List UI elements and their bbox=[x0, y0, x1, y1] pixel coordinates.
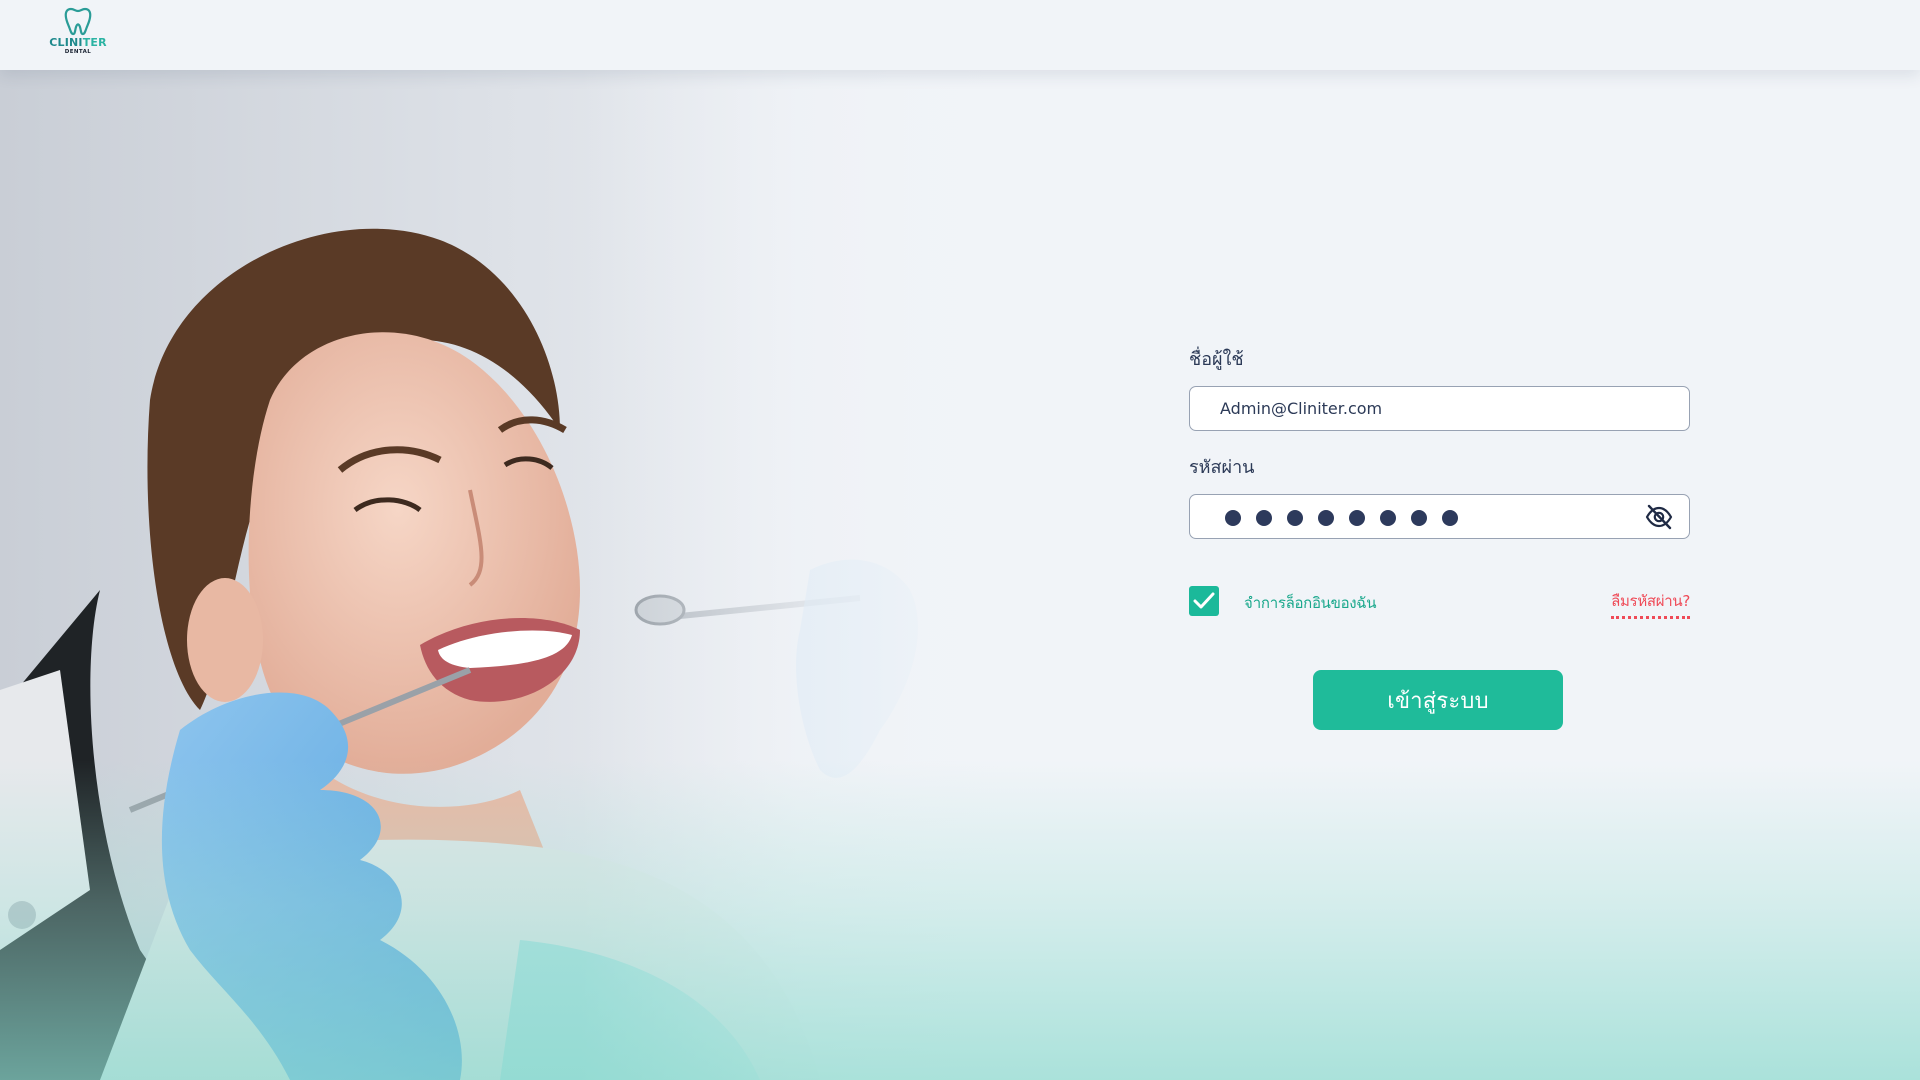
logo-name-accent: TER bbox=[82, 36, 107, 49]
top-header: CLINITER DENTAL bbox=[0, 0, 1920, 70]
login-form: ชื่อผู้ใช้ รหัสผ่าน จำการล็อกอินของฉัน ล… bbox=[1189, 348, 1690, 730]
password-dot bbox=[1318, 510, 1334, 526]
username-field[interactable] bbox=[1189, 386, 1690, 431]
password-field[interactable] bbox=[1189, 494, 1690, 539]
remember-row: จำการล็อกอินของฉัน ลืมรหัสผ่าน? bbox=[1189, 585, 1690, 619]
logo-wordmark: CLINITER bbox=[49, 37, 107, 49]
password-dot bbox=[1380, 510, 1396, 526]
forgot-password-link[interactable]: ลืมรหัสผ่าน? bbox=[1611, 589, 1690, 619]
cliniter-logo[interactable]: CLINITER DENTAL bbox=[49, 6, 107, 64]
login-button[interactable]: เข้าสู่ระบบ bbox=[1313, 670, 1563, 730]
remember-label[interactable]: จำการล็อกอินของฉัน bbox=[1244, 591, 1376, 615]
password-dot bbox=[1349, 510, 1365, 526]
password-label: รหัสผ่าน bbox=[1189, 457, 1255, 478]
logo-name-main: CLINI bbox=[49, 36, 83, 49]
username-label: ชื่อผู้ใช้ bbox=[1189, 349, 1244, 370]
checkmark-icon bbox=[1193, 592, 1215, 609]
password-mask[interactable] bbox=[1225, 510, 1458, 526]
password-dot bbox=[1256, 510, 1272, 526]
logo-subtitle: DENTAL bbox=[64, 49, 92, 55]
password-dot bbox=[1442, 510, 1458, 526]
password-dot bbox=[1225, 510, 1241, 526]
username-input[interactable] bbox=[1220, 387, 1660, 429]
tooth-icon bbox=[64, 6, 92, 36]
remember-checkbox[interactable] bbox=[1189, 586, 1219, 616]
hero-image bbox=[0, 70, 1000, 1080]
password-dot bbox=[1287, 510, 1303, 526]
eye-off-icon[interactable] bbox=[1645, 504, 1673, 530]
password-dot bbox=[1411, 510, 1427, 526]
